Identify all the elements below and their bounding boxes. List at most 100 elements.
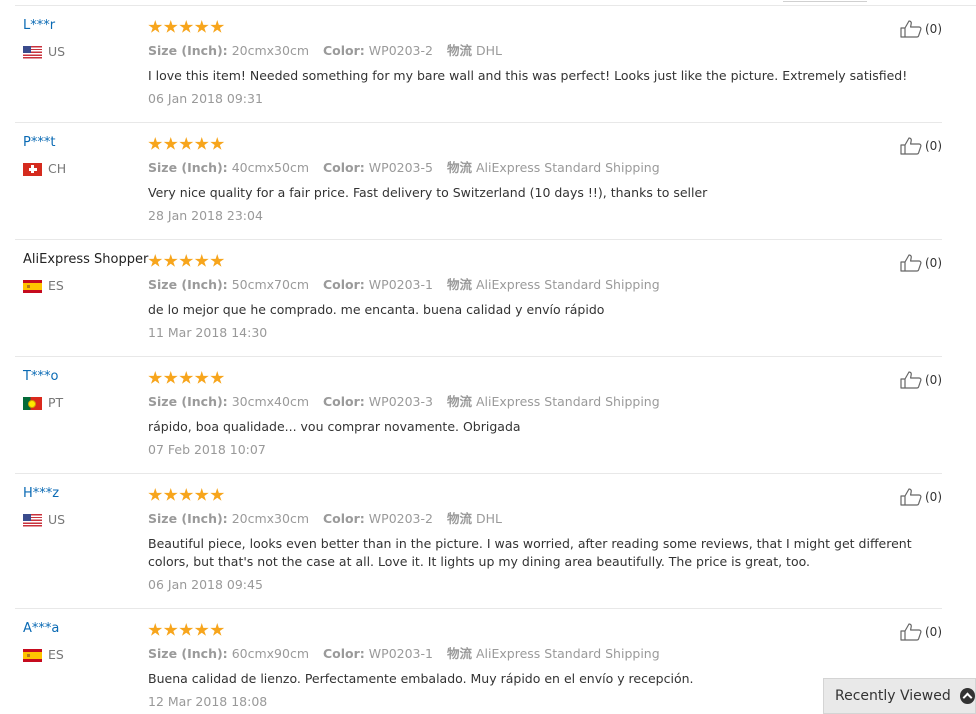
- review-list: L***r US Size (Inch): 20cmx30cm Color: WP0…: [0, 6, 976, 714]
- thumbs-up-icon: [900, 623, 922, 641]
- attr-label: 物流: [446, 511, 472, 526]
- reviewer-country: ES: [23, 279, 64, 293]
- review-text: rápido, boa qualidade... vou comprar nov…: [148, 419, 521, 434]
- reviewer-name[interactable]: P***t: [23, 135, 55, 151]
- attr-label: 物流: [446, 43, 472, 58]
- attr-value: AliExpress Standard Shipping: [476, 646, 660, 661]
- star-icon: [194, 137, 209, 150]
- star-icon: [179, 20, 194, 33]
- star-rating: [148, 20, 225, 34]
- ch-flag-icon: [23, 162, 42, 176]
- purchase-attributes: Size (Inch): 30cmx40cm Color: WP0203-3 物流 A…: [148, 394, 674, 410]
- country-code: ES: [48, 278, 64, 293]
- review-date: 06 Jan 2018 09:31: [148, 91, 263, 106]
- star-icon: [210, 137, 225, 150]
- attr-value: 20cmx30cm: [231, 43, 309, 58]
- pt-flag-icon: [23, 396, 42, 410]
- purchase-attributes: Size (Inch): 20cmx30cm Color: WP0203-2 物流 D…: [148, 43, 516, 59]
- es-flag-icon: [23, 279, 42, 293]
- star-icon: [194, 254, 209, 267]
- review-item: AliExpress Shopper ES Size (Inch): 50cmx7…: [15, 240, 942, 357]
- helpful-count: (0): [925, 373, 942, 387]
- star-icon: [194, 623, 209, 636]
- attr-label: Size (Inch):: [148, 43, 228, 58]
- attr-label: 物流: [446, 277, 472, 292]
- review-date: 11 Mar 2018 14:30: [148, 325, 268, 340]
- review-item: P***t CH Size (Inch): 40cmx50cm Color: WP0…: [15, 123, 942, 240]
- helpful-button[interactable]: (0): [900, 254, 942, 272]
- attr-value: AliExpress Standard Shipping: [476, 160, 660, 175]
- thumbs-up-icon: [900, 137, 922, 155]
- star-icon: [179, 254, 194, 267]
- attr-label: 物流: [446, 160, 472, 175]
- es-flag-icon: [23, 648, 42, 662]
- review-date: 28 Jan 2018 23:04: [148, 208, 263, 223]
- helpful-button[interactable]: (0): [900, 488, 942, 506]
- helpful-button[interactable]: (0): [900, 623, 942, 641]
- attr-label: Color:: [323, 646, 365, 661]
- reviewer-name: AliExpress Shopper: [23, 252, 149, 267]
- review-item: L***r US Size (Inch): 20cmx30cm Color: WP0…: [15, 6, 942, 123]
- star-icon: [148, 137, 163, 150]
- attr-value: 50cmx70cm: [231, 277, 309, 292]
- attr-value: WP0203-2: [368, 43, 433, 58]
- review-text: Beautiful piece, looks even better than …: [148, 536, 912, 569]
- review-text: de lo mejor que he comprado. me encanta.…: [148, 302, 605, 317]
- attr-label: 物流: [446, 394, 472, 409]
- star-icon: [179, 488, 194, 501]
- star-icon: [148, 20, 163, 33]
- country-code: US: [48, 44, 66, 59]
- review-item: A***a ES Size (Inch): 60cmx90cm Color: WP0…: [15, 609, 942, 714]
- review-date: 06 Jan 2018 09:45: [148, 577, 263, 592]
- country-code: ES: [48, 647, 64, 662]
- attr-label: Size (Inch):: [148, 394, 228, 409]
- reviewer-country: CH: [23, 162, 66, 176]
- reviewer-name[interactable]: A***a: [23, 621, 59, 637]
- attr-label: Size (Inch):: [148, 277, 228, 292]
- country-code: US: [48, 512, 66, 527]
- reviewer-name[interactable]: L***r: [23, 18, 55, 34]
- reviewer-country: PT: [23, 396, 63, 410]
- review-text: Buena calidad de lienzo. Perfectamente e…: [148, 671, 694, 686]
- recently-viewed-button[interactable]: Recently Viewed: [823, 678, 976, 714]
- attr-label: Color:: [323, 160, 365, 175]
- attr-label: Color:: [323, 511, 365, 526]
- star-icon: [210, 623, 225, 636]
- helpful-button[interactable]: (0): [900, 20, 942, 38]
- attr-label: Size (Inch):: [148, 511, 228, 526]
- purchase-attributes: Size (Inch): 60cmx90cm Color: WP0203-1 物流 A…: [148, 646, 674, 662]
- us-flag-icon: [23, 513, 42, 527]
- helpful-count: (0): [925, 22, 942, 36]
- star-icon: [148, 371, 163, 384]
- attr-value: 30cmx40cm: [231, 394, 309, 409]
- helpful-count: (0): [925, 625, 942, 639]
- star-icon: [163, 488, 178, 501]
- star-icon: [194, 20, 209, 33]
- star-rating: [148, 254, 225, 268]
- purchase-attributes: Size (Inch): 50cmx70cm Color: WP0203-1 物流 A…: [148, 277, 674, 293]
- attr-label: 物流: [446, 646, 472, 661]
- helpful-button[interactable]: (0): [900, 137, 942, 155]
- attr-value: WP0203-1: [368, 277, 433, 292]
- star-icon: [163, 623, 178, 636]
- us-flag-icon: [23, 45, 42, 59]
- thumbs-up-icon: [900, 20, 922, 38]
- star-rating: [148, 137, 225, 151]
- attr-label: Color:: [323, 277, 365, 292]
- reviewer-name[interactable]: H***z: [23, 486, 59, 502]
- review-text: Very nice quality for a fair price. Fast…: [148, 185, 708, 200]
- star-icon: [163, 137, 178, 150]
- review-text: I love this item! Needed something for m…: [148, 68, 908, 83]
- star-icon: [163, 254, 178, 267]
- reviewer-country: ES: [23, 648, 64, 662]
- star-icon: [179, 137, 194, 150]
- attr-value: AliExpress Standard Shipping: [476, 394, 660, 409]
- country-code: PT: [48, 395, 64, 410]
- attr-value: WP0203-5: [368, 160, 433, 175]
- reviewer-name[interactable]: T***o: [23, 369, 58, 385]
- attr-label: Size (Inch):: [148, 160, 228, 175]
- star-icon: [194, 488, 209, 501]
- star-icon: [210, 254, 225, 267]
- helpful-button[interactable]: (0): [900, 371, 942, 389]
- attr-value: WP0203-1: [368, 646, 433, 661]
